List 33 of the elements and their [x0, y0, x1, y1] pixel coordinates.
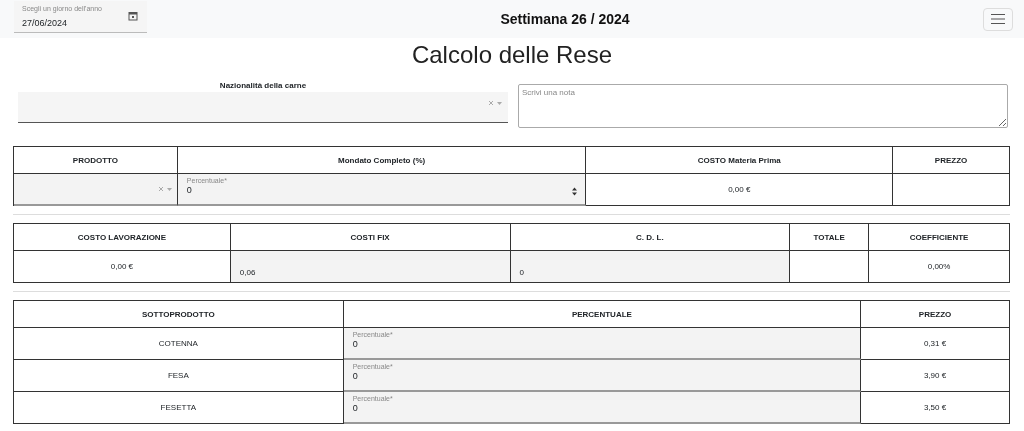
table-cell: FESA	[14, 360, 344, 392]
note-field[interactable]: Scrivi una nota	[518, 84, 1008, 128]
readonly-field: 0,06	[230, 251, 511, 283]
menu-icon	[990, 13, 1006, 25]
product-select[interactable]	[14, 174, 178, 206]
week-title: Settimana 26 / 2024	[499, 11, 631, 27]
table-cell: 0,00 €	[586, 174, 894, 206]
column-header: PREZZO	[893, 147, 1010, 174]
field-value: 0	[186, 185, 192, 195]
nationality-select[interactable]	[18, 92, 508, 123]
table-cell: 0,00 €	[14, 251, 231, 283]
table-cell: 0,31 €	[861, 328, 1010, 360]
table-cell: 3,90 €	[861, 360, 1010, 392]
table-cell: 0,00%	[869, 251, 1010, 283]
column-header: TOTALE	[790, 224, 870, 251]
field-label: Nazionalità della carne	[218, 80, 308, 92]
table-cell: FESETTA	[14, 392, 344, 424]
field-value: 0	[352, 339, 358, 349]
column-header: COSTO LAVORAZIONE	[14, 224, 231, 251]
table-cell: 3,50 €	[861, 392, 1010, 424]
table-cell: COTENNA	[14, 328, 344, 360]
column-header: COSTO Materia Prima	[586, 147, 894, 174]
field-value: 0	[352, 403, 358, 413]
spinner-icon[interactable]	[572, 187, 578, 196]
column-header: PREZZO	[861, 301, 1010, 328]
column-header: COEFFICIENTE	[869, 224, 1010, 251]
calendar-icon[interactable]	[128, 11, 138, 21]
column-header: SOTTOPRODOTTO	[14, 301, 344, 328]
field-value: 27/06/2024	[22, 18, 68, 28]
menu-button[interactable]	[983, 7, 1013, 31]
field-value: 0	[352, 371, 358, 381]
readonly-field: 0	[510, 251, 791, 283]
page-title: Calcolo delle Rese	[410, 40, 614, 70]
